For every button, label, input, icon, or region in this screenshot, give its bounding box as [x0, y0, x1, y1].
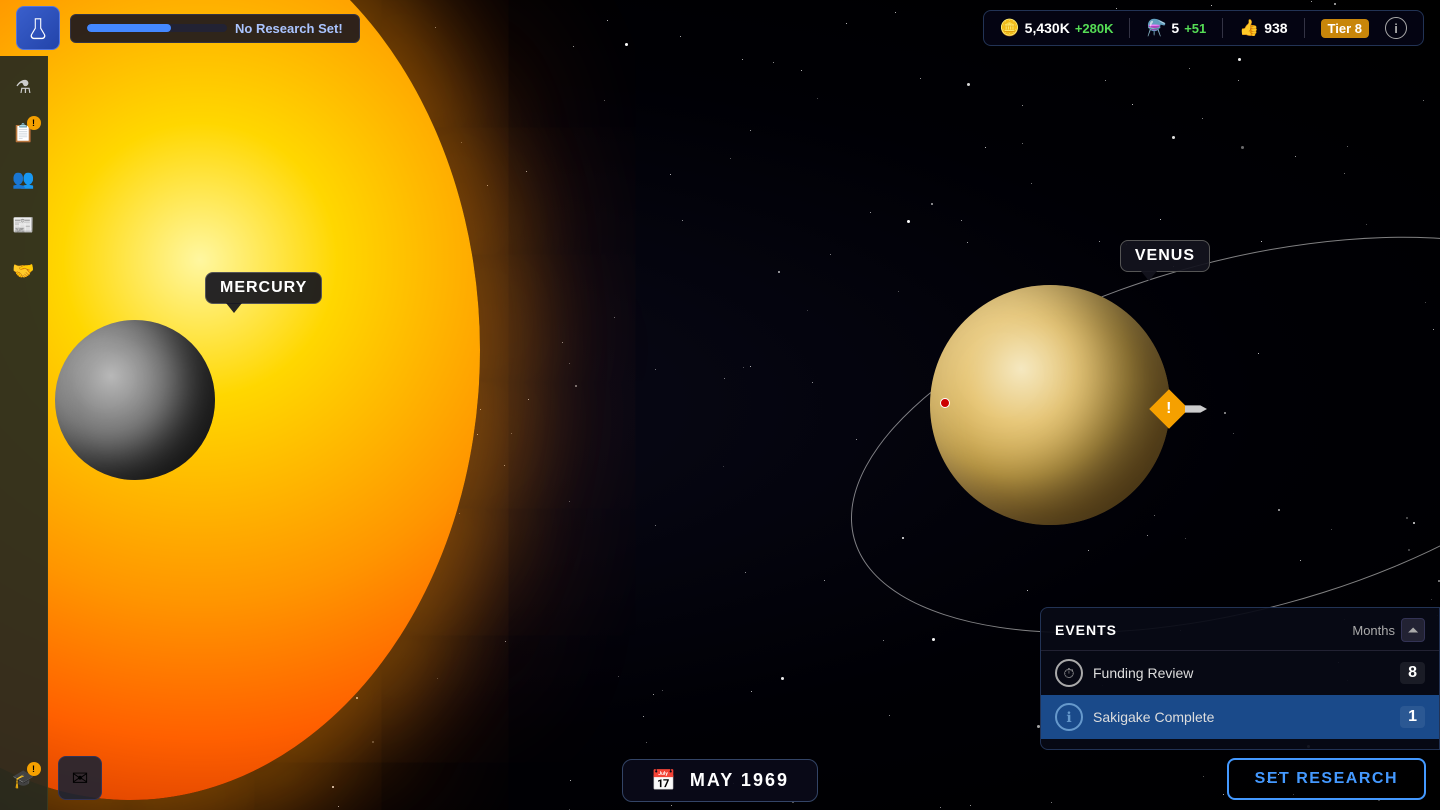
flask-stat-icon: ⚗️: [1146, 18, 1166, 38]
venus-label[interactable]: VENUS: [1120, 240, 1210, 272]
research-status: No Research Set!: [16, 6, 360, 50]
spacecraft-warning[interactable]: [1155, 395, 1207, 423]
divider-1: [1129, 18, 1130, 38]
venus-planet[interactable]: [930, 285, 1170, 525]
date-label: MAY 1969: [690, 770, 789, 791]
flasks-bonus: +51: [1184, 21, 1206, 36]
thumbs-icon: 👍: [1239, 18, 1259, 38]
sidebar-item-missions[interactable]: 📋 !: [5, 114, 43, 152]
no-research-text: No Research Set!: [235, 21, 343, 36]
filter-button[interactable]: ⏶: [1401, 618, 1425, 642]
research-progress-inner: [87, 24, 171, 32]
research-icon-button[interactable]: [16, 6, 60, 50]
funding-event-name: Funding Review: [1093, 665, 1390, 681]
handshake-icon: 🤝: [12, 261, 34, 282]
filter-label: Months: [1352, 623, 1395, 638]
research-progress-outer: [87, 24, 227, 32]
spacecraft-red-dot[interactable]: [940, 398, 950, 408]
mercury-planet[interactable]: [55, 320, 215, 480]
divider-3: [1304, 18, 1305, 38]
people-icon: 👥: [12, 169, 34, 190]
no-research-bar: No Research Set!: [70, 14, 360, 43]
flask-icon: [25, 15, 51, 41]
stats-bar: 🪙 5,430K +280K ⚗️ 5 +51 👍 938 Tier 8 i: [983, 10, 1424, 46]
events-header: EVENTS Months ⏶: [1041, 618, 1439, 651]
coins-value: 5,430K: [1025, 20, 1070, 36]
sakigake-event-name: Sakigake Complete: [1093, 709, 1390, 725]
date-display: 📅 MAY 1969: [622, 759, 818, 802]
sidebar-item-reports[interactable]: 📰: [5, 206, 43, 244]
flasks-value: 5: [1171, 20, 1179, 36]
sakigake-event-count: 1: [1400, 706, 1425, 728]
events-panel: EVENTS Months ⏶ ⏱ Funding Review 8 ℹ Sak…: [1040, 607, 1440, 750]
sidebar-item-personnel[interactable]: 👥: [5, 160, 43, 198]
set-research-button[interactable]: SET RESEARCH: [1227, 758, 1426, 800]
mercury-label[interactable]: MERCURY: [205, 272, 322, 304]
missions-badge: !: [27, 116, 41, 130]
event-row-sakigake[interactable]: ℹ Sakigake Complete 1: [1041, 695, 1439, 739]
bottom-bar: 📅 MAY 1969: [0, 750, 1440, 810]
warning-icon: [1149, 389, 1189, 429]
flasks-stat: ⚗️ 5 +51: [1146, 18, 1206, 38]
info-button[interactable]: i: [1385, 17, 1407, 39]
left-sidebar: ⚗ 📋 ! 👥 📰 🤝 🎓 !: [0, 56, 48, 810]
sidebar-item-research[interactable]: ⚗: [5, 68, 43, 106]
coin-icon: 🪙: [1000, 18, 1020, 38]
tier-badge: Tier 8: [1321, 19, 1369, 38]
thumbs-value: 938: [1264, 20, 1287, 36]
sakigake-icon: ℹ: [1055, 703, 1083, 731]
top-bar: No Research Set! 🪙 5,430K +280K ⚗️ 5 +51…: [0, 0, 1440, 56]
thumbs-stat: 👍 938: [1239, 18, 1287, 38]
email-button[interactable]: ✉: [58, 756, 102, 800]
coins-stat: 🪙 5,430K +280K: [1000, 18, 1114, 38]
sidebar-item-contracts[interactable]: 🤝: [5, 252, 43, 290]
email-icon: ✉: [72, 766, 89, 791]
calendar-icon: 📅: [651, 768, 678, 793]
events-filter: Months ⏶: [1352, 618, 1425, 642]
newspaper-icon: 📰: [12, 215, 34, 236]
flask-sidebar-icon: ⚗: [15, 77, 31, 98]
coins-bonus: +280K: [1075, 21, 1114, 36]
event-row-funding[interactable]: ⏱ Funding Review 8: [1041, 651, 1439, 695]
spacecraft-body: [1185, 403, 1207, 415]
funding-event-count: 8: [1400, 662, 1425, 684]
divider-2: [1222, 18, 1223, 38]
funding-icon: ⏱: [1055, 659, 1083, 687]
events-title: EVENTS: [1055, 622, 1117, 638]
